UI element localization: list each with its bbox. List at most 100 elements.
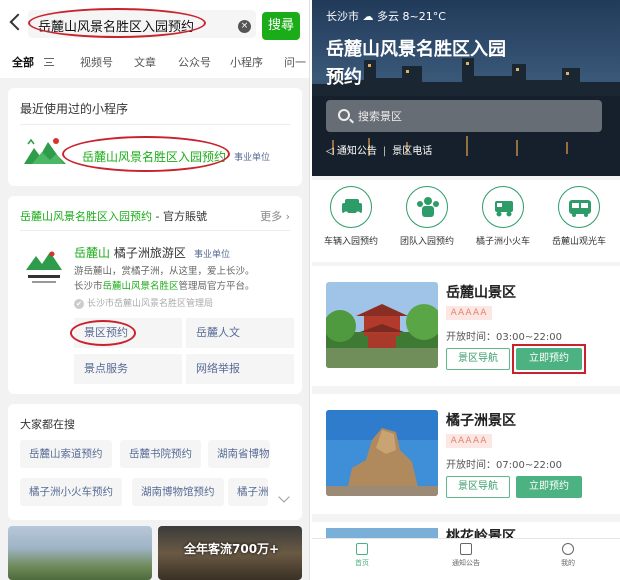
yuelu-logo-icon [24,138,66,164]
speaker-icon: ◁ [326,146,334,157]
spot-name: 岳麓山景区 [446,285,516,301]
hot-chip[interactable]: 岳麓书院预约 [120,440,201,468]
service-sightseeing-bus[interactable]: 岳麓山观光车 [540,186,618,256]
title-green: 岳麓山风景名胜区入园预约 [20,210,152,223]
hot-search-card: 大家都在搜 岳麓山索道预约 岳麓书院预约 湖南省博物 橘子洲小火车预约 湖南博物… [8,404,302,520]
back-arrow-icon[interactable] [8,12,26,32]
hot-chip[interactable]: 岳麓山索道预约 [20,440,112,468]
pavilion-photo [326,282,438,368]
spot-card-yuelu[interactable]: 岳麓山景区 AAAAA 开放时间：03:00~22:00 景区导航 立即预约 [312,266,620,386]
spot-name: 橘子洲景区 [446,413,516,429]
train-icon [482,186,524,228]
clear-icon[interactable]: × [238,20,251,33]
bottom-tab-bar: 首页 通知公告 我的 [312,538,620,580]
search-tabs: 全部 视频号 文章 公众号 小程序 问一 [0,44,309,78]
notice-icon [460,543,472,555]
tab-official-accounts[interactable]: 公众号 [178,54,211,70]
section-title: 最近使用过的小程序 [20,102,129,116]
org-badge: 事业单位 [234,153,271,163]
desc-part: 长沙市 [74,281,103,292]
hot-chip[interactable]: 湖南省博物 [208,440,270,468]
page-title: 岳麓山风景名胜区入园预约 [326,39,506,88]
navigation-button[interactable]: 景区导航 [446,348,510,370]
bus-icon [558,186,600,228]
scenic-search-input[interactable]: 搜索景区 [326,100,602,132]
filter-icon[interactable] [44,58,54,66]
desc-part: 管理局官方平台。 [178,281,255,292]
hot-chip[interactable]: 橘子洲 [228,478,268,506]
statue-photo [326,410,438,496]
tab-articles[interactable]: 文章 [134,54,156,70]
rating-badge: AAAAA [446,434,492,448]
book-now-button[interactable]: 立即预约 [516,476,582,498]
official-account-card: 岳麓山风景名胜区入园预约 - 官方賬號 更多 › 岳麓山 橘子洲旅游区 事业单位… [8,196,302,394]
search-input[interactable]: 岳麓山风景名胜区入园预约 [28,10,256,38]
name-green: 岳麓山 [74,246,111,260]
hero-banner: 长沙市 ☁ 多云 8~21°C 岳麓山风景名胜区入园预约 搜索景区 ◁ 通知公告… [312,0,620,176]
tab-home[interactable]: 首页 [332,543,392,568]
cloud-icon: ☁ [362,10,374,23]
account-avatar-icon [26,251,62,283]
divider [20,230,290,231]
divider [20,124,290,125]
mountain-photo[interactable] [8,526,152,580]
service-vehicle-entry[interactable]: 车辆入园预约 [312,186,390,256]
rating-badge: AAAAA [446,306,492,320]
menu-online-report[interactable]: 网络举报 [186,354,294,384]
tab-notices[interactable]: 通知公告 [436,543,496,568]
official-account-title[interactable]: 岳麓山风景名胜区入园预约 - 官方賬號 [20,208,207,224]
tab-all[interactable]: 全部 [12,54,34,70]
book-now-button[interactable]: 立即预约 [516,348,582,370]
hot-chip[interactable]: 橘子洲小火车预约 [20,478,122,506]
desc-highlight: 岳麓山风景名胜区 [102,281,179,292]
hot-search-title: 大家都在搜 [20,418,75,431]
recent-mini-programs-card: 最近使用过的小程序 岳麓山风景名胜区入园预约 事业单位 [8,88,302,186]
menu-spot-services[interactable]: 景点服务 [74,354,182,384]
tab-label: 通知公告 [452,559,480,567]
weather-text: 多云 8~21°C [377,10,446,23]
hot-chip[interactable]: 湖南博物馆预约 [132,478,224,506]
tab-ask[interactable]: 问一 [284,54,306,70]
search-button[interactable]: 搜尋 [262,12,300,40]
service-label: 车辆入园预约 [323,237,378,247]
more-link[interactable]: 更多 › [260,208,290,224]
search-query: 岳麓山风景名胜区入园预约 [38,20,195,35]
menu-scenic-booking[interactable]: 景区预约 [74,318,182,348]
name-plain: 橘子洲旅游区 [110,246,186,260]
tab-channels[interactable]: 视频号 [80,54,113,70]
hero-links: ◁ 通知公告 | 景区电话 [326,146,433,157]
spot-card-juzizhou[interactable]: 橘子洲景区 AAAAA 开放时间：07:00~22:00 景区导航 立即预约 [312,394,620,514]
account-name[interactable]: 岳麓山 橘子洲旅游区 [74,244,186,261]
mini-program-screen: 长沙市 ☁ 多云 8~21°C 岳麓山风景名胜区入园预约 搜索景区 ◁ 通知公告… [312,0,620,580]
group-icon [406,186,448,228]
menu-yuelu-culture[interactable]: 岳麓人文 [186,318,294,348]
more-label: 更多 [260,210,283,223]
title-plain: - 官方賬號 [152,210,207,223]
opening-hours: 开放时间：03:00~22:00 [446,332,563,343]
desc-part: 游岳麓山，赏橘子洲，从这里，爱上长沙。 [74,266,255,277]
notice-link[interactable]: 通知公告 [337,146,377,157]
org-badge: 事业单位 [194,250,231,260]
tab-label: 首页 [355,559,369,567]
tab-mini-programs[interactable]: 小程序 [230,54,263,70]
wechat-search-screen: 岳麓山风景名胜区入园预约 × 搜尋 全部 视频号 文章 公众号 小程序 问一 最… [0,0,310,580]
opening-hours: 开放时间：07:00~22:00 [446,460,563,471]
car-icon [330,186,372,228]
mini-program-name[interactable]: 岳麓山风景名胜区入园预约 [82,148,226,165]
service-label: 团队入园预约 [399,237,454,247]
user-icon [562,543,574,555]
tab-label: 我的 [561,559,575,567]
chevron-down-icon[interactable] [278,491,290,503]
city: 长沙市 [326,10,359,23]
home-icon [356,543,368,555]
account-description: 游岳麓山，赏橘子洲，从这里，爱上长沙。 长沙市岳麓山风景名胜区管理局官方平台。 [74,264,296,294]
tab-mine[interactable]: 我的 [538,543,598,568]
service-label: 橘子洲小火车 [475,237,530,247]
verified-org: 长沙市岳麓山风景名胜区管理局 [74,296,213,309]
phone-link[interactable]: 景区电话 [392,146,432,157]
service-group-entry[interactable]: 团队入园预约 [388,186,466,256]
service-label: 岳麓山观光车 [551,237,606,247]
navigation-button[interactable]: 景区导航 [446,476,510,498]
service-island-train[interactable]: 橘子洲小火车 [464,186,542,256]
weather-info: 长沙市 ☁ 多云 8~21°C [326,8,446,24]
